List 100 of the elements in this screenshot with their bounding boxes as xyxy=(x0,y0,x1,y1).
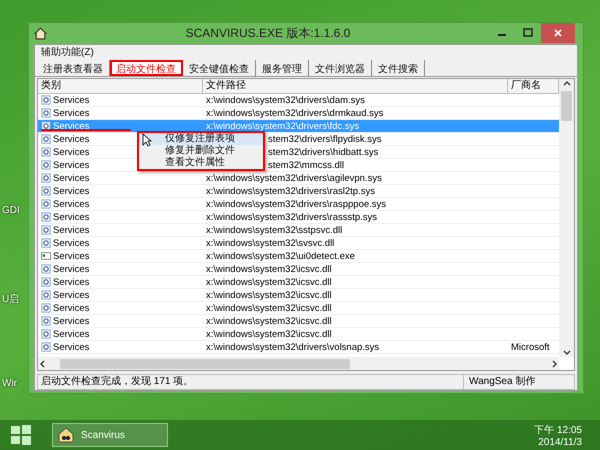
clock-date[interactable]: 2014/11/3 xyxy=(538,436,582,448)
table-row[interactable]: Services x:\windows\system32\drivers\volsnap.sys Microsoft xyxy=(38,341,559,354)
table-row[interactable]: Services x:\windows\system32\icsvc.dll xyxy=(38,302,559,315)
category-text: Services xyxy=(53,94,90,106)
category-text: Services xyxy=(53,120,90,132)
path-text: x:\windows\system32\drivers\rassstp.sys xyxy=(206,212,378,222)
category-text: Services xyxy=(53,146,90,158)
category-text: Services xyxy=(53,186,90,196)
gear-document-icon xyxy=(41,290,51,300)
context-menu-item[interactable]: 查看文件属性 xyxy=(139,157,263,169)
path-text: x:\windows\system32\icsvc.dll xyxy=(206,276,332,288)
gear-document-icon xyxy=(41,199,51,209)
table-row[interactable]: Services x:\windows\system32\drivers\dam.sys xyxy=(38,94,559,107)
gear-document-icon xyxy=(41,238,51,248)
path-text: x:\windows\system32\icsvc.dll xyxy=(206,264,332,274)
path-text: x:\windows\system32\icsvc.dll xyxy=(206,328,332,340)
tab[interactable]: 文件搜索 xyxy=(372,60,425,76)
path-text: stem32\mmcss.dll xyxy=(268,160,344,170)
tab[interactable]: 服务管理 xyxy=(256,60,309,76)
windows-logo-icon[interactable] xyxy=(10,424,32,446)
path-text: stem32\drivers\flpydisk.sys xyxy=(268,134,382,144)
window-title: SCANVIRUS.EXE 版本:1.1.6.0 xyxy=(184,25,352,42)
table-row[interactable]: Services x:\windows\system32\icsvc.dll xyxy=(38,276,559,289)
path-text: x:\windows\system32\icsvc.dll xyxy=(206,316,332,326)
mouse-pointer-icon xyxy=(142,133,152,147)
gear-document-icon xyxy=(41,277,51,287)
gear-document-icon xyxy=(41,264,51,274)
gear-document-icon xyxy=(41,225,51,235)
gear-document-icon xyxy=(41,316,51,326)
scrollbar-thumb[interactable] xyxy=(60,358,350,368)
window-icon xyxy=(41,251,51,261)
table-row[interactable]: Services x:\windows\system32\ui0detect.exe xyxy=(38,250,559,263)
maximize-icon xyxy=(523,28,533,38)
gear-document-icon xyxy=(41,186,51,196)
author-credit: WangSea 制作 xyxy=(468,375,536,389)
table-row[interactable]: Services x:\windows\system32\drivers\raspppoe.sys xyxy=(38,198,559,211)
path-text: x:\windows\system32\drivers\dam.sys xyxy=(206,94,365,106)
category-text: Services xyxy=(53,224,90,236)
tab[interactable]: 启动文件检查 xyxy=(110,60,183,76)
context-menu-item[interactable]: 修复并删除文件 xyxy=(139,145,263,157)
gear-document-icon xyxy=(41,212,51,222)
column-header[interactable]: 类别 xyxy=(38,79,203,93)
table-row[interactable]: Services x:\windows\system32\drivers\rasl2tp.sys xyxy=(38,185,559,198)
table-row[interactable]: Services x:\windows\system32\icsvc.dll xyxy=(38,315,559,328)
table-row[interactable]: Services x:\windows\system32\drivers\rassstp.sys xyxy=(38,211,559,224)
table-row[interactable]: Services x:\windows\system32\icsvc.dll xyxy=(38,328,559,341)
gear-document-icon xyxy=(41,108,51,118)
gear-document-icon xyxy=(41,303,51,313)
path-text: x:\windows\system32\drivers\agilevpn.sys xyxy=(206,172,382,184)
path-text: x:\windows\system32\drivers\rasl2tp.sys xyxy=(206,186,375,196)
path-text: x:\windows\system32\ui0detect.exe xyxy=(206,250,355,262)
path-text: x:\windows\system32\svsvc.dll xyxy=(206,238,334,248)
close-button[interactable] xyxy=(541,23,575,43)
path-text: x:\windows\system32\sstpsvc.dll xyxy=(206,224,342,236)
category-text: Services xyxy=(53,328,90,340)
path-text: stem32\drivers\hidbatt.sys xyxy=(268,146,378,158)
category-text: Services xyxy=(53,302,90,314)
category-text: Services xyxy=(53,316,90,326)
vertical-scrollbar[interactable] xyxy=(559,79,574,357)
category-text: Services xyxy=(53,290,90,300)
category-text: Services xyxy=(53,198,90,210)
taskbar-app-button[interactable]: Scanvirus xyxy=(52,423,168,447)
path-text: x:\windows\system32\drivers\fdc.sys xyxy=(206,120,360,132)
gear-document-icon xyxy=(41,342,51,352)
gear-document-icon xyxy=(41,173,51,183)
table-row[interactable]: Services x:\windows\system32\svsvc.dll xyxy=(38,237,559,250)
gear-document-icon xyxy=(41,147,51,157)
menu-item[interactable]: 辅助功能(Z) xyxy=(39,45,96,59)
path-text: x:\windows\system32\drivers\drmkaud.sys xyxy=(206,108,384,118)
path-text: x:\windows\system32\icsvc.dll xyxy=(206,302,332,314)
category-text: Services xyxy=(53,276,90,288)
tab[interactable]: 安全键值检查 xyxy=(183,60,256,76)
category-text: Services xyxy=(53,160,90,170)
clock-time[interactable]: 下午 12:05 xyxy=(534,422,582,436)
gear-document-icon xyxy=(41,134,51,144)
path-text: x:\windows\system32\drivers\raspppoe.sys xyxy=(206,198,386,210)
scrollbar-thumb[interactable] xyxy=(561,91,572,121)
gear-document-icon xyxy=(41,160,51,170)
tab[interactable]: 文件浏览器 xyxy=(309,60,372,76)
horizontal-scrollbar[interactable] xyxy=(38,357,559,370)
table-row[interactable]: Services x:\windows\system32\icsvc.dll xyxy=(38,289,559,302)
category-text: Services xyxy=(53,172,90,184)
category-text: Services xyxy=(53,212,90,222)
context-menu-item[interactable]: 仅修复注册表项 xyxy=(139,133,263,145)
category-text: Services xyxy=(53,238,90,248)
category-text: Services xyxy=(53,134,90,144)
close-icon xyxy=(553,28,563,38)
gear-document-icon xyxy=(41,329,51,339)
column-header[interactable]: 文件路径 xyxy=(203,79,508,93)
category-text: Services xyxy=(53,250,90,262)
house-icon xyxy=(57,426,75,444)
vendor-text: Microsoft xyxy=(511,342,550,352)
table-row[interactable]: Services x:\windows\system32\icsvc.dll xyxy=(38,263,559,276)
status-message: 启动文件检查完成，发现 171 项。 xyxy=(38,375,464,389)
category-text: Services xyxy=(53,108,90,118)
path-text: x:\windows\system32\icsvc.dll xyxy=(206,290,332,300)
category-text: Services xyxy=(53,342,90,352)
table-row[interactable]: Services x:\windows\system32\sstpsvc.dll xyxy=(38,224,559,237)
table-row[interactable]: Services x:\windows\system32\drivers\agilevpn.sys xyxy=(38,172,559,185)
house-icon xyxy=(34,27,47,40)
